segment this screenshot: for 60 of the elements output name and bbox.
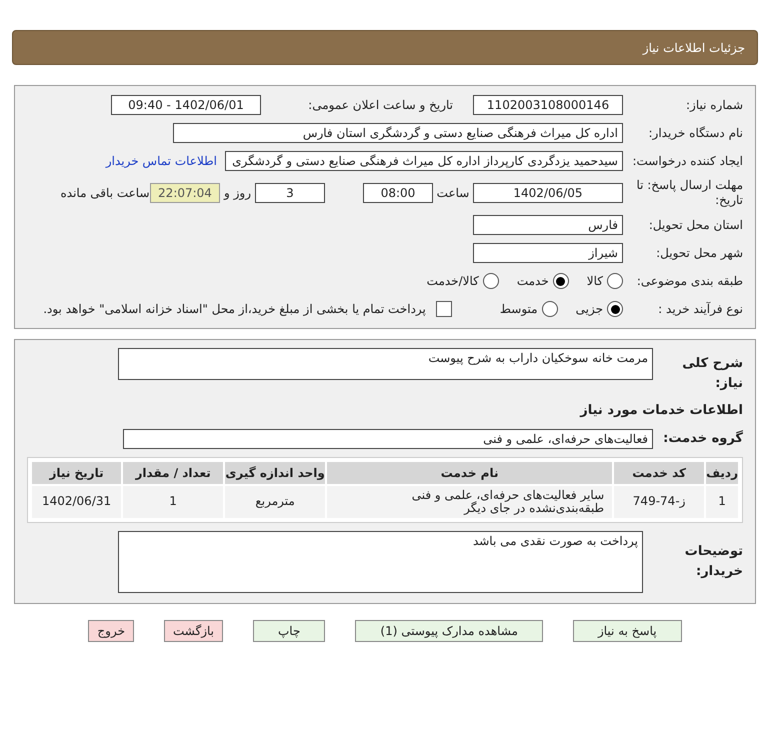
column-header: تعداد / مقدار	[123, 462, 224, 484]
table-cell: 1	[706, 486, 738, 518]
action-button[interactable]: مشاهده مدارک پیوستی (1)	[355, 620, 543, 642]
column-header: تاریخ نیاز	[32, 462, 122, 484]
field-label: شرح کلی نیاز:	[681, 355, 743, 392]
field-label: شماره نیاز:	[685, 97, 743, 114]
radio-button[interactable]	[607, 273, 623, 289]
text-field[interactable]: فارس	[473, 215, 623, 235]
radio-label: کالا	[586, 273, 603, 290]
field-label: نام دستگاه خریدار:	[648, 125, 743, 142]
field-label: استان محل تحویل:	[648, 217, 743, 234]
page-header: جزئیات اطلاعات نیاز	[12, 30, 758, 65]
field-label: تاریخ و ساعت اعلان عمومی:	[307, 97, 453, 114]
contact-link[interactable]: اطلاعات تماس خریدار	[106, 152, 217, 170]
section-title: اطلاعات خدمات مورد نیاز	[578, 402, 743, 420]
action-button[interactable]: چاپ	[253, 620, 326, 642]
description-field[interactable]: مرمت خانه سوخکیان داراب به شرح پیوست	[118, 348, 653, 380]
radio-label: خدمت	[516, 273, 549, 290]
text-field[interactable]: اداره کل میراث فرهنگی صنایع دستی و گردشگری استان فارس	[173, 123, 623, 143]
checkbox[interactable]	[436, 301, 452, 317]
table-cell: ز-74-749	[614, 486, 704, 518]
field-label: ایجاد کننده درخواست:	[631, 153, 743, 170]
table-cell: مترمربع	[225, 486, 326, 518]
notes-field[interactable]: پرداخت به صورت نقدی می باشد	[118, 530, 643, 592]
text-field[interactable]: 1402/06/01 - 09:40	[111, 95, 261, 115]
radio-button[interactable]	[542, 301, 558, 317]
text-field[interactable]: 08:00	[363, 183, 433, 203]
field-label: گروه خدمت:	[662, 429, 743, 448]
column-header: کد خدمت	[614, 462, 704, 484]
field-label: ساعت باقی مانده	[60, 185, 150, 202]
text-field[interactable]: 3	[255, 183, 325, 203]
field-label: نوع فرآیند خرید :	[657, 301, 743, 318]
radio-button[interactable]	[607, 301, 623, 317]
text-field[interactable]: فعالیت‌های حرفه‌ای، علمی و فنی	[123, 428, 653, 448]
action-button[interactable]: خروج	[88, 620, 134, 642]
text-field[interactable]: 1102003108000146	[473, 95, 623, 115]
table-cell: 1402/06/31	[32, 486, 122, 518]
column-header: نام خدمت	[327, 462, 612, 484]
checkbox-label: پرداخت تمام یا بخشی از مبلغ خرید،از محل "اسناد خزانه اسلامی" خواهد بود.	[43, 301, 426, 318]
field-label: روز و	[222, 185, 252, 202]
radio-label: کالا/خدمت	[426, 273, 479, 290]
table-cell: سایر فعالیت‌های حرفه‌ای، علمی و فنی طبقه‌بندی‌نشده در جای دیگر	[327, 486, 612, 518]
text-field[interactable]: شیراز	[473, 243, 623, 263]
table-cell: 1	[123, 486, 224, 518]
radio-button[interactable]	[552, 273, 569, 289]
radio-label: متوسط	[500, 301, 538, 318]
field-label: ساعت	[436, 185, 470, 202]
column-header: واحد اندازه گیری	[225, 462, 326, 484]
action-button[interactable]: پاسخ به نیاز	[572, 620, 682, 642]
field-label: شهر محل تحویل:	[655, 245, 743, 262]
text-field[interactable]: 1402/06/05	[473, 183, 623, 203]
field-label: طبقه بندی موضوعی:	[636, 273, 743, 290]
field-label: مهلت ارسال پاسخ: تا تاریخ:	[635, 178, 743, 208]
radio-label: جزیی	[576, 301, 603, 318]
text-field[interactable]: سیدحمید یزدگردی کارپرداز اداره کل میراث فرهنگی صنایع دستی و گردشگری	[225, 151, 623, 171]
column-header: ردیف	[706, 462, 738, 484]
field-label: توضیحات خریدار:	[684, 543, 743, 580]
remaining-time: 22:07:04	[150, 183, 220, 203]
action-button[interactable]: بازگشت	[164, 620, 223, 642]
radio-button[interactable]	[482, 273, 499, 289]
